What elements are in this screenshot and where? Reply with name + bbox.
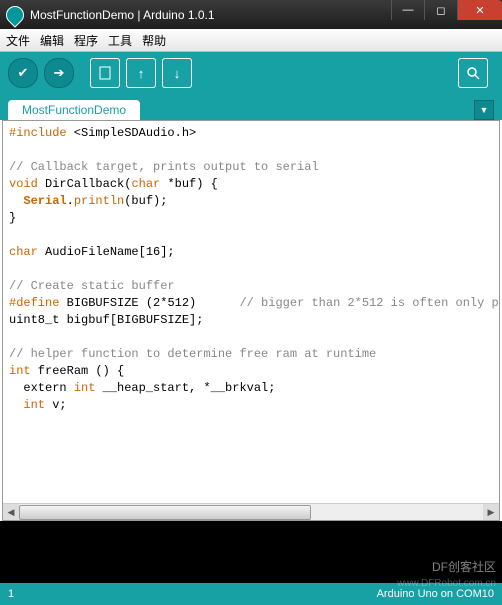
verify-button[interactable]: ✔	[8, 58, 38, 88]
code-text: extern	[9, 381, 74, 395]
code-text: uint8_t bigbuf[BIGBUFSIZE];	[9, 313, 203, 327]
code-text: (buf);	[124, 194, 167, 208]
code-text: int	[9, 398, 45, 412]
scroll-thumb[interactable]	[19, 505, 311, 520]
menu-bar: 文件 编辑 程序 工具 帮助	[0, 29, 502, 52]
code-text: #include	[9, 126, 67, 140]
close-button[interactable]: ✕	[457, 0, 502, 20]
editor-pane: #include <SimpleSDAudio.h> // Callback t…	[2, 120, 500, 521]
code-text: AudioFileName[16];	[38, 245, 175, 259]
menu-sketch[interactable]: 程序	[74, 32, 98, 49]
window-title: MostFunctionDemo | Arduino 1.0.1	[30, 8, 391, 22]
serial-monitor-button[interactable]	[458, 58, 488, 88]
window-controls: — ◻ ✕	[391, 0, 502, 29]
code-text: // Callback target, prints output to ser…	[9, 160, 319, 174]
code-text: *buf) {	[160, 177, 218, 191]
menu-help[interactable]: 帮助	[142, 32, 166, 49]
code-text: #define	[9, 296, 59, 310]
status-bar: 1 Arduino Uno on COM10	[0, 583, 502, 605]
maximize-button[interactable]: ◻	[424, 0, 457, 20]
code-text: int	[9, 364, 31, 378]
toolbar: ✔ ➔ ↑ ↓	[0, 52, 502, 94]
minimize-button[interactable]: —	[391, 0, 424, 20]
code-text: // bigger than 2*512 is often only possi…	[239, 296, 499, 310]
code-text: .	[67, 194, 74, 208]
tab-menu-button[interactable]: ▼	[474, 100, 494, 120]
scroll-right-arrow[interactable]: ▶	[483, 504, 499, 520]
code-text: Serial	[9, 194, 67, 208]
save-button[interactable]: ↓	[162, 58, 192, 88]
scroll-left-arrow[interactable]: ◀	[3, 504, 19, 520]
code-text: BIGBUFSIZE (2*512)	[59, 296, 239, 310]
code-text: char	[9, 245, 38, 259]
code-text: }	[9, 211, 16, 225]
status-line-number: 1	[8, 588, 14, 600]
code-text: int	[74, 381, 96, 395]
code-text: <SimpleSDAudio.h>	[67, 126, 197, 140]
tab-active[interactable]: MostFunctionDemo	[8, 100, 140, 120]
code-text: // helper function to determine free ram…	[9, 347, 376, 361]
code-text: v;	[45, 398, 67, 412]
tab-strip: MostFunctionDemo ▼	[0, 94, 502, 120]
menu-edit[interactable]: 编辑	[40, 32, 64, 49]
code-text: freeRam () {	[31, 364, 125, 378]
code-text: void	[9, 177, 38, 191]
status-board-port: Arduino Uno on COM10	[377, 588, 494, 600]
console-output	[0, 521, 502, 583]
code-text: char	[131, 177, 160, 191]
code-text: __heap_start, *__brkval;	[95, 381, 275, 395]
title-bar: MostFunctionDemo | Arduino 1.0.1 — ◻ ✕	[0, 0, 502, 29]
horizontal-scrollbar[interactable]: ◀ ▶	[3, 503, 499, 520]
code-text: DirCallback(	[38, 177, 132, 191]
menu-file[interactable]: 文件	[6, 32, 30, 49]
open-button[interactable]: ↑	[126, 58, 156, 88]
code-text: // Create static buffer	[9, 279, 175, 293]
upload-button[interactable]: ➔	[44, 58, 74, 88]
code-text: println	[74, 194, 124, 208]
menu-tools[interactable]: 工具	[108, 32, 132, 49]
arduino-icon	[2, 2, 27, 27]
code-editor[interactable]: #include <SimpleSDAudio.h> // Callback t…	[3, 121, 499, 503]
new-button[interactable]	[90, 58, 120, 88]
